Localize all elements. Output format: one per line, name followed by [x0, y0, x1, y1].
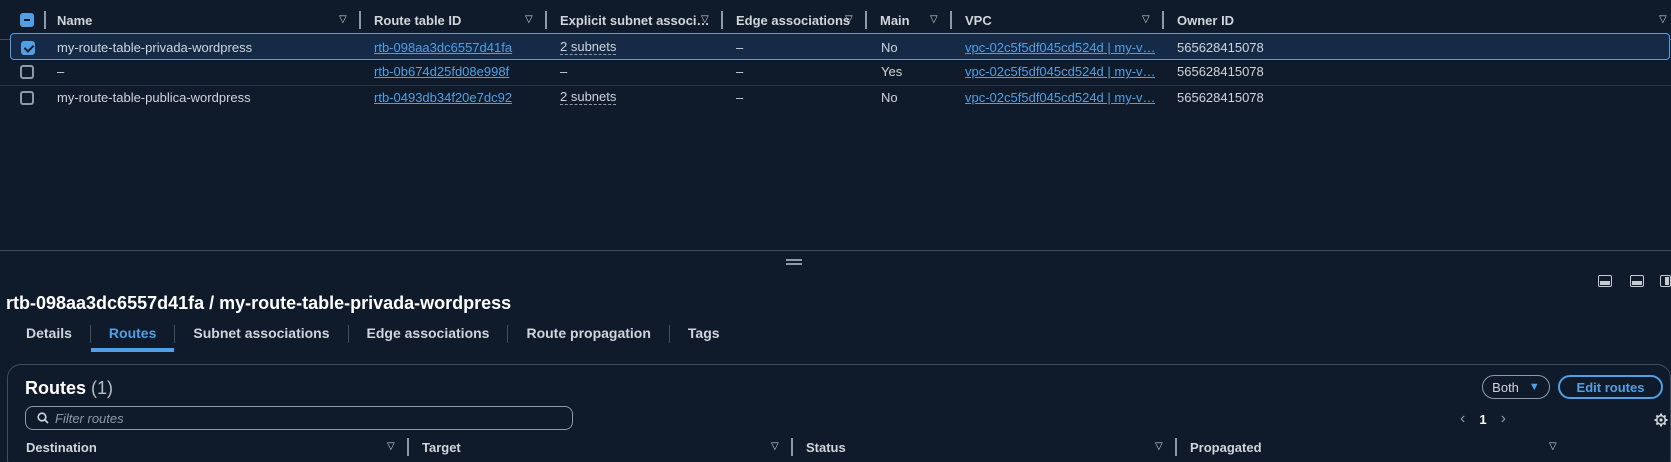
row-select-cell[interactable] — [20, 84, 40, 111]
panel-bottom-alt-icon[interactable] — [1630, 275, 1644, 287]
page-number[interactable]: 1 — [1479, 412, 1486, 427]
column-header-target[interactable]: Target ▽ — [409, 432, 793, 462]
row-name: my-route-table-publica-wordpress — [57, 90, 251, 105]
column-header-label: Propagated — [1190, 439, 1262, 455]
row-edge: – — [736, 90, 744, 105]
routes-heading: Routes (1) — [25, 378, 113, 399]
column-header-label: Route table ID — [374, 12, 462, 28]
resize-handle-icon[interactable] — [786, 259, 802, 266]
column-header-label: Destination — [26, 439, 97, 455]
chevron-left-icon[interactable]: ‹ — [1460, 410, 1465, 428]
column-header-label: Target — [422, 439, 461, 455]
column-header-label: Owner ID — [1177, 12, 1235, 28]
subnets-popover[interactable]: 2 subnets — [560, 90, 617, 105]
vpc-link[interactable]: vpc-02c5f5df045cd524d | my-v… — [965, 40, 1155, 55]
row-select-cell[interactable] — [21, 34, 41, 61]
tab-edge-associations[interactable]: Edge associations — [349, 322, 508, 352]
column-header-propagated[interactable]: Propagated ▽ — [1177, 432, 1571, 462]
routes-table-header: Destination ▽ Target ▽ Status ▽ Propagat… — [8, 432, 1671, 462]
table-row[interactable]: my-route-table-publica-wordpress rtb-049… — [0, 84, 1671, 111]
subnets-popover[interactable]: 2 subnets — [560, 40, 617, 55]
row-edge: – — [736, 64, 744, 79]
row-owner: 565628415078 — [1177, 40, 1264, 55]
column-header-label: Main — [880, 12, 910, 28]
panel-bottom-icon[interactable] — [1598, 275, 1612, 287]
route-table-id-link[interactable]: rtb-098aa3dc6557d41fa — [374, 40, 512, 55]
table-row[interactable]: my-route-table-privada-wordpress rtb-098… — [10, 33, 1670, 60]
tab-details[interactable]: Details — [8, 322, 90, 352]
caret-down-icon: ▼ — [1528, 381, 1540, 393]
routes-count: (1) — [91, 378, 114, 398]
route-tables-table: Name ▽ Route table ID ▽ Explicit subnet … — [0, 0, 1671, 105]
sort-icon[interactable]: ▽ — [1142, 15, 1152, 25]
route-table-id-link[interactable]: rtb-0493db34f20e7dc92 — [374, 90, 512, 105]
filter-routes-field[interactable] — [25, 406, 573, 430]
detail-tabs: Details Routes Subnet associations Edge … — [8, 322, 738, 352]
column-header-label: Name — [57, 12, 93, 28]
sort-icon[interactable]: ▽ — [387, 442, 397, 452]
search-icon — [37, 412, 49, 424]
row-owner: 565628415078 — [1177, 90, 1264, 105]
sort-icon[interactable]: ▽ — [1155, 442, 1165, 452]
tab-subnet-associations[interactable]: Subnet associations — [175, 322, 347, 352]
both-label: Both — [1492, 379, 1519, 395]
select-all-checkbox[interactable] — [20, 13, 34, 27]
gear-icon[interactable] — [1654, 413, 1668, 427]
filter-routes-input[interactable] — [55, 410, 555, 426]
row-checkbox[interactable] — [21, 40, 35, 55]
sort-icon[interactable]: ▽ — [930, 15, 940, 25]
row-select-cell[interactable] — [20, 58, 40, 85]
routes-container: Routes (1) Both ▼ Edit routes ‹ 1 › — [7, 364, 1671, 462]
row-main: No — [881, 90, 898, 105]
edit-routes-button[interactable]: Edit routes — [1558, 375, 1663, 399]
tab-tags[interactable]: Tags — [670, 322, 738, 352]
pagination: ‹ 1 › — [1460, 410, 1506, 428]
split-panel-divider[interactable] — [0, 250, 1671, 251]
table-row[interactable]: – rtb-0b674d25fd08e998f – – Yes vpc-02c5… — [0, 58, 1671, 86]
column-header-label: Edge associations — [736, 12, 851, 28]
column-header-label: VPC — [965, 12, 992, 28]
row-name: my-route-table-privada-wordpress — [57, 40, 253, 55]
row-subnets: – — [560, 64, 568, 79]
tab-routes[interactable]: Routes — [90, 322, 175, 352]
sort-icon[interactable]: ▽ — [701, 15, 711, 25]
sort-icon[interactable]: ▽ — [1659, 15, 1669, 25]
chevron-right-icon[interactable]: › — [1501, 410, 1506, 428]
row-checkbox[interactable] — [20, 90, 34, 105]
row-main: No — [881, 40, 898, 55]
routes-title: Routes — [25, 378, 87, 398]
vpc-link[interactable]: vpc-02c5f5df045cd524d | my-v… — [965, 64, 1155, 79]
both-dropdown[interactable]: Both ▼ — [1482, 375, 1550, 399]
row-edge: – — [736, 40, 744, 55]
column-header-label: Status — [806, 439, 846, 455]
route-tables-console: Name ▽ Route table ID ▽ Explicit subnet … — [0, 0, 1671, 462]
column-header-label: Explicit subnet associ… — [560, 12, 710, 28]
row-name: – — [57, 64, 65, 79]
detail-title: rtb-098aa3dc6557d41fa / my-route-table-p… — [6, 293, 512, 313]
row-checkbox[interactable] — [20, 64, 34, 79]
row-owner: 565628415078 — [1177, 64, 1264, 79]
sort-icon[interactable]: ▽ — [525, 15, 535, 25]
column-header-destination[interactable]: Destination ▽ — [26, 432, 409, 462]
route-table-id-link[interactable]: rtb-0b674d25fd08e998f — [374, 64, 509, 79]
row-main: Yes — [881, 64, 903, 79]
vpc-link[interactable]: vpc-02c5f5df045cd524d | my-v… — [965, 90, 1155, 105]
column-header-status[interactable]: Status ▽ — [793, 432, 1177, 462]
sort-icon[interactable]: ▽ — [771, 442, 781, 452]
tab-route-propagation[interactable]: Route propagation — [508, 322, 668, 352]
panel-side-icon[interactable] — [1660, 275, 1671, 287]
sort-icon[interactable]: ▽ — [845, 15, 855, 25]
sort-icon[interactable]: ▽ — [339, 15, 349, 25]
sort-icon[interactable]: ▽ — [1549, 442, 1559, 452]
